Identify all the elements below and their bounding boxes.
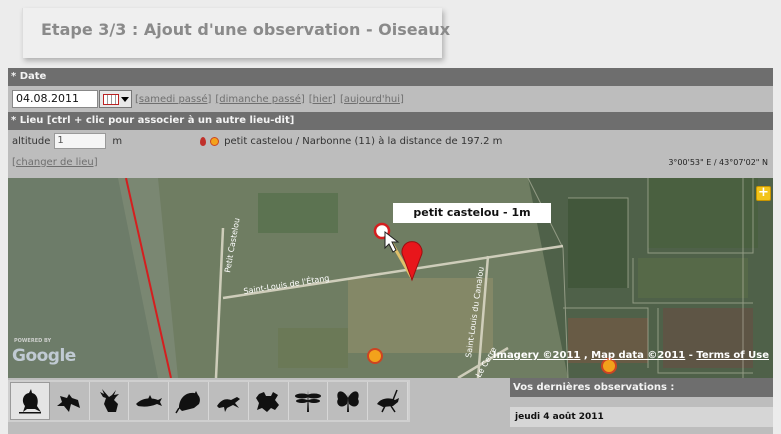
place-text: petit castelou / Narbonne (11) à la dist… <box>224 135 503 147</box>
last-sunday-link[interactable]: [dimanche passé] <box>215 94 304 105</box>
observation-form: * Date 04.08.2011 [samedi passé] [dimanc… <box>8 68 773 434</box>
altitude-label: altitude <box>12 135 51 147</box>
map-attribution: Imagery ©2011 , Map data ©2011 - Terms o… <box>492 350 769 361</box>
date-input[interactable]: 04.08.2011 <box>12 90 98 108</box>
rodent-icon <box>174 391 200 414</box>
calendar-icon <box>102 93 119 105</box>
map-pin-icon <box>200 136 207 146</box>
frog-icon <box>256 392 280 412</box>
date-section-header: * Date <box>8 68 773 86</box>
lizard-icon <box>217 397 241 412</box>
today-link[interactable]: [aujourd'hui] <box>340 94 404 105</box>
chevron-down-icon <box>120 96 129 102</box>
altitude-input[interactable]: 1 <box>54 133 107 149</box>
coordinates-readout: 3°00'53" E / 43°07'02" N <box>668 157 768 167</box>
dolphin-icon <box>135 395 162 407</box>
taxon-button-butterflies[interactable] <box>328 382 369 420</box>
taxon-toolbar <box>8 380 410 422</box>
google-wordmark: Google <box>12 346 76 366</box>
recent-observation-date[interactable]: jeudi 4 août 2011 <box>510 407 773 427</box>
lieu-section-header: * Lieu [ctrl + clic pour associer à un a… <box>8 112 773 130</box>
taxon-button-cetaceans[interactable] <box>129 382 170 420</box>
imagery-credit[interactable]: Imagery ©2011 <box>493 350 581 361</box>
poi-marker-icon[interactable] <box>601 358 617 374</box>
zoom-in-button[interactable]: + <box>756 186 771 201</box>
poi-marker-icon[interactable] <box>367 348 383 364</box>
map-data-credit[interactable]: Map data ©2011 <box>591 350 685 361</box>
change-place-link[interactable]: [changer de lieu] <box>12 157 98 168</box>
taxon-button-birds[interactable] <box>10 382 50 420</box>
taxon-button-amphibians[interactable] <box>248 382 289 420</box>
yesterday-link[interactable]: [hier] <box>309 94 336 105</box>
powered-by-label: POWERED BY <box>14 338 52 344</box>
grasshopper-icon <box>376 389 399 413</box>
map-imagery: Saint-Louis de l'Étang Petit Castelou Sa… <box>8 178 773 378</box>
butterfly-icon <box>336 391 359 412</box>
taxon-button-mammals[interactable] <box>89 382 130 420</box>
bat-icon <box>57 394 81 412</box>
taxon-button-reptiles[interactable] <box>208 382 249 420</box>
page-title: Etape 3/3 : Ajout d'une observation - Oi… <box>41 20 451 39</box>
taxon-button-orthoptera[interactable] <box>368 382 408 420</box>
taxon-button-bats[interactable] <box>49 382 90 420</box>
altitude-unit: m <box>112 135 123 147</box>
marker-label: petit castelou - 1m <box>393 203 551 223</box>
dragonfly-icon <box>294 390 321 412</box>
google-logo: POWERED BY Google <box>12 338 76 366</box>
satellite-map[interactable]: Saint-Louis de l'Étang Petit Castelou Sa… <box>8 178 773 378</box>
taxon-button-micromammals[interactable] <box>169 382 209 420</box>
taxon-button-odonata[interactable] <box>288 382 329 420</box>
recent-observations-header: Vos dernières observations : <box>510 378 773 397</box>
lieu-row: altitude 1 m petit castelou / Narbonne (… <box>8 130 773 152</box>
page-title-box: Etape 3/3 : Ajout d'une observation - Oi… <box>22 8 450 58</box>
last-saturday-link[interactable]: [samedi passé] <box>135 94 211 105</box>
deer-icon <box>99 389 119 412</box>
calendar-button[interactable] <box>99 90 132 108</box>
coords-row: [changer de lieu] 3°00'53" E / 43°07'02"… <box>8 152 773 172</box>
terms-link[interactable]: Terms of Use <box>696 350 769 361</box>
bird-icon <box>18 389 41 414</box>
date-row: 04.08.2011 [samedi passé] [dimanche pass… <box>8 86 773 112</box>
poi-dot-icon <box>210 136 220 146</box>
